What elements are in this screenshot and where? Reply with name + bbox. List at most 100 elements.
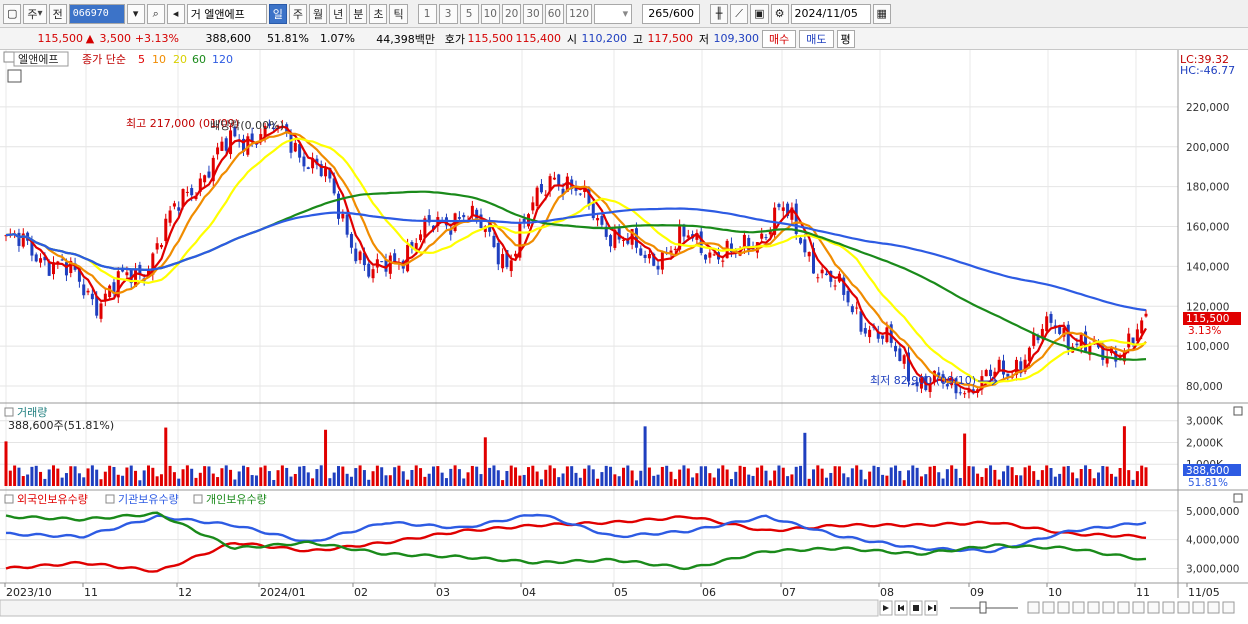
- candle-icon[interactable]: ╫: [710, 3, 729, 24]
- volume-bar: [527, 467, 530, 486]
- volume-bar: [755, 467, 759, 486]
- volume-bar: [1144, 467, 1148, 486]
- holding-panel-icon[interactable]: [4, 494, 14, 504]
- period-minute-button[interactable]: 분: [349, 3, 368, 24]
- eval-button[interactable]: 평: [836, 29, 855, 48]
- type-label: 주: [27, 7, 38, 21]
- candle-body: [777, 203, 781, 208]
- candle-body: [457, 217, 461, 219]
- horizontal-scrollbar[interactable]: [0, 599, 879, 617]
- holding-close-icon[interactable]: [1233, 493, 1243, 503]
- drawing-tool-icon[interactable]: ⟋: [730, 3, 749, 24]
- period-day-button[interactable]: 일: [268, 3, 287, 24]
- period-year-button[interactable]: 년: [329, 3, 348, 24]
- interval-1-button[interactable]: 1: [417, 3, 437, 24]
- x-tick-label: 2024/01: [260, 586, 306, 599]
- volume-bar: [794, 466, 798, 486]
- interval-dropdown[interactable]: ▾: [594, 3, 633, 24]
- count-field[interactable]: 265/600: [642, 3, 701, 24]
- x-tick-label: 06: [702, 586, 716, 599]
- volume-bar: [462, 478, 466, 486]
- search-icon[interactable]: ⌕: [146, 3, 165, 24]
- volume-bar: [1109, 473, 1113, 486]
- volume-bar: [1105, 466, 1109, 486]
- volume-bar: [894, 465, 898, 486]
- save-icon[interactable]: ▣: [750, 3, 769, 24]
- volume-bar: [699, 466, 703, 486]
- volume-bar: [932, 465, 936, 486]
- candle-body: [501, 254, 505, 269]
- candle-body: [898, 348, 902, 362]
- interval-60-button[interactable]: 60: [544, 3, 565, 24]
- stock-code-input[interactable]: 066970: [68, 3, 125, 24]
- price-tick-label: 100,000: [1186, 341, 1229, 353]
- interval-10-button[interactable]: 10: [480, 3, 500, 24]
- interval-120-button[interactable]: 120: [566, 3, 593, 24]
- volume-panel-icon[interactable]: [4, 407, 14, 417]
- interval-3-button[interactable]: 3: [438, 3, 458, 24]
- candle-body: [596, 218, 600, 221]
- type-select[interactable]: 주 ▾: [23, 3, 47, 24]
- chart-area[interactable]: 엘앤에프 종가 단순 5 10 20 60 120 LC:39.32 HC:-4…: [0, 50, 1248, 621]
- volume-bar: [850, 468, 854, 486]
- volume-bar: [393, 467, 397, 486]
- gear-icon[interactable]: ⚙: [770, 3, 789, 24]
- candle-body: [963, 393, 967, 395]
- interval-5-button[interactable]: 5: [459, 3, 479, 24]
- panel-icon[interactable]: [3, 51, 15, 63]
- code-dropdown-icon[interactable]: ▾: [126, 3, 145, 24]
- window-icon[interactable]: ▢: [3, 3, 22, 24]
- volume-bar: [837, 466, 841, 486]
- volume-bar: [1135, 471, 1139, 486]
- candle-body: [293, 142, 297, 152]
- volume-close-icon[interactable]: [1233, 406, 1243, 416]
- volume-bar: [311, 478, 315, 486]
- period-week-button[interactable]: 주: [288, 3, 307, 24]
- volume-bar: [911, 465, 915, 486]
- volume-bar: [729, 479, 733, 486]
- tool-icon: [1192, 601, 1205, 614]
- candle-body: [1075, 343, 1079, 346]
- volume-bar: [781, 467, 785, 486]
- period-tick-button[interactable]: 틱: [389, 3, 408, 24]
- candle-body: [824, 273, 828, 276]
- volume-bar: [669, 471, 673, 486]
- interval-30-button[interactable]: 30: [523, 3, 543, 24]
- period-month-button[interactable]: 월: [308, 3, 328, 24]
- sound-icon[interactable]: ◂: [166, 3, 185, 24]
- sell-button[interactable]: 매도: [799, 29, 834, 48]
- stock-chart[interactable]: 엘앤에프 종가 단순 5 10 20 60 120 LC:39.32 HC:-4…: [0, 50, 1248, 621]
- candle-body: [159, 245, 163, 248]
- grid-toggle-icon[interactable]: [7, 69, 22, 83]
- change-amount: 3,500: [99, 32, 132, 45]
- volume-badge-pct: 51.81%: [1188, 477, 1228, 489]
- candle-body: [17, 232, 21, 246]
- volume-bar: [496, 470, 500, 486]
- prev-button[interactable]: 전: [48, 3, 67, 24]
- candle-body: [600, 215, 604, 225]
- candle-body: [203, 175, 207, 183]
- candle-body: [820, 269, 824, 274]
- volume-bar: [665, 465, 669, 486]
- period-second-button[interactable]: 초: [369, 3, 388, 24]
- buy-button[interactable]: 매수: [762, 29, 797, 48]
- volume: 388,600: [205, 32, 252, 45]
- candle-body: [337, 193, 340, 219]
- date-field[interactable]: 2024/11/05: [790, 3, 871, 24]
- stock-name-field[interactable]: 거 엘앤에프: [186, 3, 267, 24]
- zoom-slider-handle[interactable]: [979, 601, 987, 614]
- volume-bar: [686, 468, 690, 486]
- volume-bar: [945, 469, 949, 486]
- volume-bar: [889, 467, 893, 486]
- volume-bar: [224, 465, 228, 486]
- volume-bar: [1006, 465, 1010, 486]
- candle-body: [185, 191, 189, 193]
- candle-body: [349, 233, 353, 248]
- calendar-icon[interactable]: ▦: [872, 3, 891, 24]
- volume-bar: [483, 437, 487, 486]
- volume-bar: [1036, 479, 1040, 486]
- interval-20-button[interactable]: 20: [501, 3, 522, 24]
- stop-icon: [913, 605, 919, 611]
- volume-bar: [319, 465, 323, 486]
- volume-bar: [859, 469, 863, 486]
